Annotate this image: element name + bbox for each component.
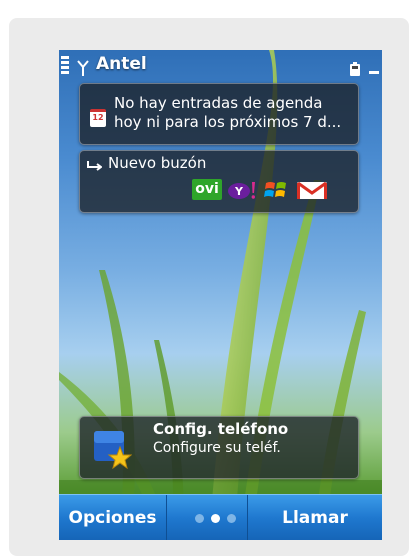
agenda-line-2: hoy ni para los próximos 7 d... <box>114 113 342 131</box>
mailbox-widget[interactable]: Nuevo buzón ovi Y <box>79 150 359 213</box>
agenda-text: No hay entradas de agenda hoy ni para lo… <box>114 94 354 132</box>
options-button[interactable]: Opciones <box>59 495 167 540</box>
signal-strength-icon <box>61 56 69 74</box>
mailbox-title: Nuevo buzón <box>108 154 207 172</box>
minimize-icon[interactable] <box>369 71 379 74</box>
email-providers: ovi Y <box>192 179 352 201</box>
operator-name: Antel <box>96 54 147 74</box>
page-dot-2 <box>211 514 220 523</box>
calendar-icon: 12 <box>90 109 106 127</box>
windows-logo[interactable] <box>264 179 288 201</box>
phone-screen: Antel 12 No hay entradas de agenda hoy n… <box>59 50 382 540</box>
battery-icon <box>350 62 360 76</box>
call-button[interactable]: Llamar <box>247 495 382 540</box>
yahoo-logo[interactable]: Y <box>227 180 257 200</box>
antenna-icon <box>77 60 89 76</box>
ovi-logo[interactable]: ovi <box>192 179 222 200</box>
agenda-widget[interactable]: 12 No hay entradas de agenda hoy ni para… <box>79 83 359 145</box>
softkey-bar: Opciones Llamar <box>59 494 382 540</box>
agenda-line-1: No hay entradas de agenda <box>114 94 323 112</box>
page-dot-1 <box>195 514 204 523</box>
mail-arrow-icon <box>87 161 102 171</box>
config-title: Config. teléfono <box>153 420 289 438</box>
svg-text:Y: Y <box>234 185 244 198</box>
page-dot-3 <box>227 514 236 523</box>
config-star-icon <box>94 431 132 469</box>
phone-setup-widget[interactable]: Config. teléfono Configure su teléf. <box>79 416 359 479</box>
page-indicator <box>195 514 245 524</box>
config-subtitle: Configure su teléf. <box>153 440 281 456</box>
status-bar: Antel <box>59 50 382 82</box>
gmail-logo[interactable] <box>296 180 328 200</box>
